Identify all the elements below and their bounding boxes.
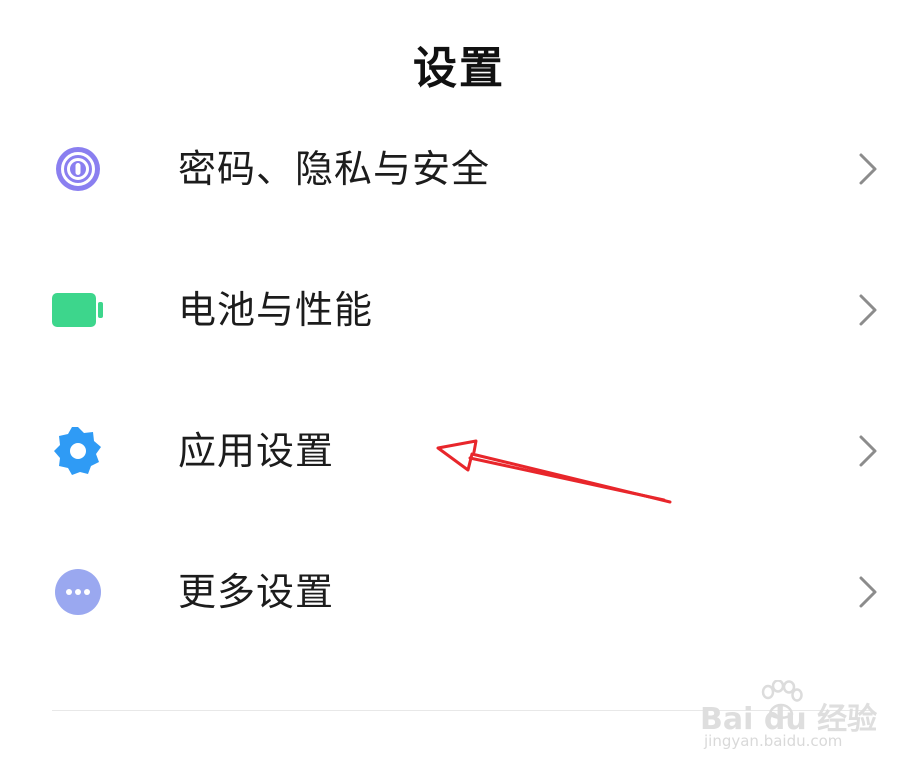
settings-list: 密码、隐私与安全 电池与性能 应用设置 更多设置 (0, 98, 918, 662)
settings-item-more-settings[interactable]: 更多设置 (0, 521, 918, 662)
fingerprint-icon (56, 147, 100, 191)
chevron-right-icon (859, 294, 877, 326)
baidu-jingyan-watermark: Bai du 经验 jingyan.baidu.com (700, 680, 880, 760)
settings-item-label: 电池与性能 (178, 288, 374, 332)
settings-item-privacy-security[interactable]: 密码、隐私与安全 (0, 98, 918, 239)
settings-item-label: 应用设置 (178, 429, 335, 473)
battery-icon (52, 293, 103, 327)
settings-item-app-settings[interactable]: 应用设置 (0, 380, 918, 521)
gear-icon (54, 427, 101, 475)
chevron-right-icon (859, 435, 877, 467)
watermark-domain: jingyan.baidu.com (704, 732, 843, 750)
settings-item-label: 密码、隐私与安全 (178, 147, 491, 191)
settings-item-battery-performance[interactable]: 电池与性能 (0, 239, 918, 380)
chevron-right-icon (859, 576, 877, 608)
more-dots-icon (55, 569, 101, 615)
chevron-right-icon (859, 153, 877, 185)
page-title: 设置 (413, 43, 505, 94)
settings-item-label: 更多设置 (178, 570, 335, 614)
